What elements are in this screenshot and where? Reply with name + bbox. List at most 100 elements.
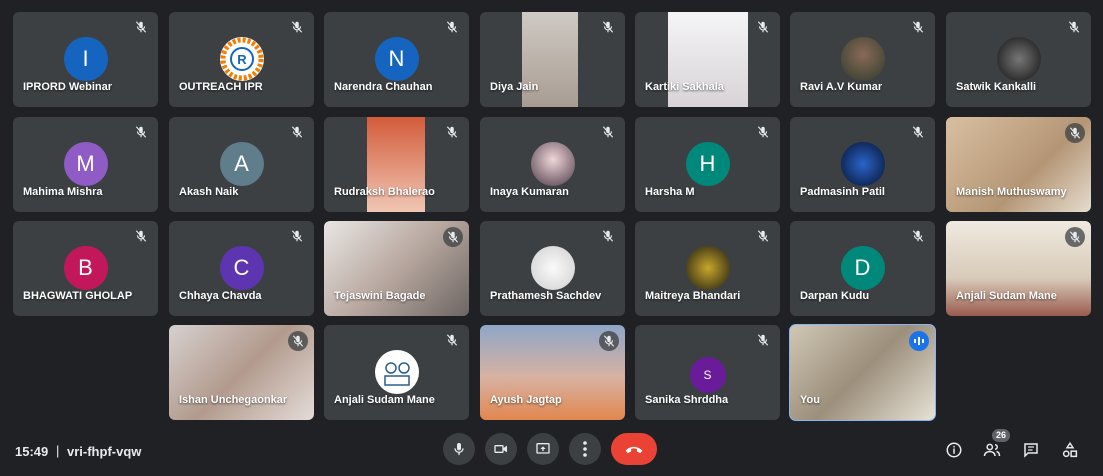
end-call-button[interactable]: [611, 433, 657, 465]
participant-name: Narendra Chauhan: [334, 81, 433, 93]
mic-off-icon: [756, 125, 772, 141]
mic-off-icon: [134, 125, 150, 141]
present-button[interactable]: [527, 433, 559, 465]
participant-name: Prathamesh Sachdev: [490, 290, 602, 302]
avatar: [374, 350, 419, 394]
mic-off-icon: [445, 333, 461, 349]
meeting-code: vri-fhpf-vqw: [67, 444, 142, 459]
avatar: N: [374, 37, 419, 81]
avatar: C: [219, 246, 264, 290]
participant-tile[interactable]: Satwik Kankalli: [946, 12, 1091, 107]
activities-button[interactable]: [1058, 438, 1082, 462]
participant-tile[interactable]: R OUTREACH IPR: [169, 12, 314, 107]
mic-off-icon: [756, 229, 772, 245]
avatar: B: [63, 246, 108, 290]
mic-off-icon: [601, 229, 617, 245]
participant-tile[interactable]: S Sanika Shrddha: [635, 325, 780, 420]
participant-count-badge: 26: [992, 429, 1010, 442]
participant-name: Diya Jain: [490, 81, 539, 93]
participant-tile[interactable]: Ayush Jagtap: [480, 325, 625, 420]
participant-name: Kartiki Sakhala: [645, 81, 724, 93]
participant-name: Rudraksh Bhalerao: [334, 186, 435, 198]
end-call-icon: [625, 446, 643, 454]
participant-tile[interactable]: Tejaswini Bagade: [324, 221, 469, 316]
participant-name: Ayush Jagtap: [490, 394, 562, 406]
mic-off-icon: [911, 125, 927, 141]
participant-tile[interactable]: Diya Jain: [480, 12, 625, 107]
participant-tile[interactable]: Manish Muthuswamy: [946, 117, 1091, 212]
participant-name: Tejaswini Bagade: [334, 290, 426, 302]
mic-off-icon: [445, 20, 461, 36]
avatar: D: [840, 246, 885, 290]
participant-name: Ishan Unchegaonkar: [179, 394, 288, 406]
participant-tile[interactable]: Rudraksh Bhalerao: [324, 117, 469, 212]
mic-off-icon: [288, 331, 308, 351]
participant-tile[interactable]: B BHAGWATI GHOLAP: [13, 221, 158, 316]
mic-off-icon: [445, 125, 461, 141]
chat-button[interactable]: [1019, 438, 1043, 462]
participant-name: Manish Muthuswamy: [956, 186, 1067, 198]
info-icon: [946, 442, 962, 458]
avatar: [996, 37, 1041, 81]
ipr-logo: R: [219, 37, 264, 81]
participant-grid: I IPRORD Webinar R OUTREACH IPR N Narendra Ch…: [0, 0, 1103, 430]
mic-off-icon: [290, 20, 306, 36]
camera-button[interactable]: [485, 433, 517, 465]
participant-name: Mahima Mishra: [23, 186, 103, 198]
avatar: [530, 246, 575, 290]
people-icon: [983, 443, 1001, 457]
svg-text:R: R: [237, 52, 247, 67]
mic-off-icon: [134, 20, 150, 36]
mic-off-icon: [290, 125, 306, 141]
participant-tile[interactable]: Anjali Sudam Mane: [324, 325, 469, 420]
meeting-details-button[interactable]: [942, 438, 966, 462]
mic-off-icon: [601, 125, 617, 141]
avatar: [840, 37, 885, 81]
participant-tile[interactable]: You: [789, 324, 936, 421]
mic-off-icon: [756, 20, 772, 36]
participant-name: Chhaya Chavda: [179, 290, 262, 302]
participant-tile[interactable]: Maitreya Bhandari: [635, 221, 780, 316]
participant-tile[interactable]: I IPRORD Webinar: [13, 12, 158, 107]
participant-tile[interactable]: Inaya Kumaran: [480, 117, 625, 212]
participant-tile[interactable]: A Akash Naik: [169, 117, 314, 212]
microphone-button[interactable]: [443, 433, 475, 465]
present-icon: [536, 443, 550, 454]
more-options-button[interactable]: [569, 433, 601, 465]
mic-off-icon: [911, 20, 927, 36]
avatar: H: [685, 142, 730, 186]
participant-name: Harsha M: [645, 186, 695, 198]
mic-off-icon: [756, 333, 772, 349]
participant-tile[interactable]: C Chhaya Chavda: [169, 221, 314, 316]
participant-tile[interactable]: N Narendra Chauhan: [324, 12, 469, 107]
participant-tile[interactable]: Ravi A.V Kumar: [790, 12, 935, 107]
avatar: I: [63, 37, 108, 81]
participant-tile[interactable]: D Darpan Kudu: [790, 221, 935, 316]
participant-tile[interactable]: H Harsha M: [635, 117, 780, 212]
participant-tile[interactable]: Padmasinh Patil: [790, 117, 935, 212]
participant-name: Darpan Kudu: [800, 290, 870, 302]
separator: |: [56, 443, 60, 458]
participant-name: You: [800, 394, 820, 406]
participant-tile[interactable]: M Mahima Mishra: [13, 117, 158, 212]
avatar: [530, 142, 575, 186]
mic-off-icon: [1065, 227, 1085, 247]
mic-off-icon: [1065, 123, 1085, 143]
participant-name: Sanika Shrddha: [645, 394, 729, 406]
participant-name: OUTREACH IPR: [179, 81, 263, 93]
participant-name: Padmasinh Patil: [800, 186, 885, 198]
avatar: [840, 142, 885, 186]
participant-name: Ravi A.V Kumar: [800, 81, 883, 93]
participant-name: Akash Naik: [179, 186, 239, 198]
participant-tile[interactable]: Prathamesh Sachdev: [480, 221, 625, 316]
participant-tile[interactable]: Anjali Sudam Mane: [946, 221, 1091, 316]
participant-tile[interactable]: Kartiki Sakhala: [635, 12, 780, 107]
mic-off-icon: [134, 229, 150, 245]
avatar: S: [689, 357, 726, 393]
mic-off-icon: [911, 229, 927, 245]
participant-tile[interactable]: Ishan Unchegaonkar: [169, 325, 314, 420]
avatar: [685, 246, 730, 290]
mic-off-icon: [290, 229, 306, 245]
chat-icon: [1024, 443, 1038, 458]
mic-off-icon: [443, 227, 463, 247]
